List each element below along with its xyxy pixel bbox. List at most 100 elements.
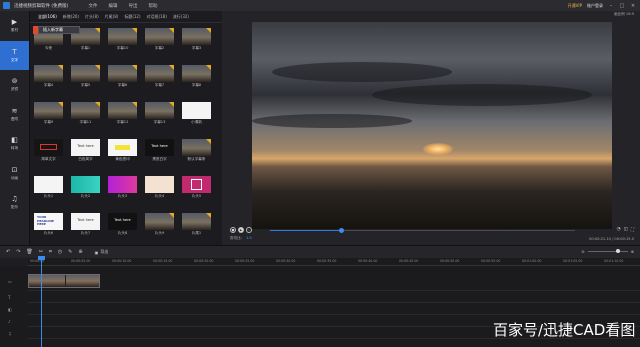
zoom-tool-icon[interactable]: ⊕: [78, 249, 82, 255]
template-item[interactable]: 片尾1: [182, 213, 211, 235]
next-frame-icon[interactable]: ›: [246, 227, 252, 233]
stop-icon[interactable]: ■: [230, 227, 236, 233]
nav-text[interactable]: T 文字: [0, 40, 29, 70]
template-item[interactable]: 字幕11: [71, 102, 100, 124]
menu-edit[interactable]: 编辑: [108, 3, 117, 9]
template-item[interactable]: 片头2: [71, 176, 100, 198]
tab-new[interactable]: 新增(20): [63, 14, 79, 20]
close-icon[interactable]: ×: [630, 3, 636, 9]
template-item[interactable]: 字幕12: [108, 102, 137, 124]
nav-transition-label: 转场: [10, 146, 19, 151]
fullscreen-icon[interactable]: ⛶: [631, 227, 634, 233]
template-thumbnail: [71, 65, 100, 82]
template-item[interactable]: Text here 片头8: [108, 213, 137, 235]
overlay-track-icon: ◧: [8, 306, 12, 312]
template-item[interactable]: 字幕5: [71, 65, 100, 87]
template-thumbnail: [182, 176, 211, 193]
template-item[interactable]: 片头4: [145, 176, 174, 198]
video-clip[interactable]: [28, 274, 100, 288]
template-item[interactable]: Text here 白色简字: [71, 139, 100, 161]
seek-handle[interactable]: [339, 227, 344, 233]
template-thumbnail: [182, 28, 211, 45]
template-item[interactable]: 默认字幕条: [182, 139, 211, 161]
template-item[interactable]: 片头1: [34, 176, 63, 198]
tab-intro[interactable]: 片头(8): [85, 14, 99, 20]
minimize-icon[interactable]: –: [608, 3, 614, 9]
menu-help[interactable]: 帮助: [148, 3, 157, 9]
playhead[interactable]: [41, 256, 42, 347]
video-preview[interactable]: [252, 22, 612, 229]
template-thumbnail: [182, 102, 211, 119]
export-button[interactable]: ▣ 导出: [95, 249, 109, 255]
template-item[interactable]: 片头9: [145, 213, 174, 235]
edit-icon[interactable]: ✎: [68, 249, 72, 255]
nav-animation[interactable]: ⊡ 动画: [0, 159, 29, 189]
template-item[interactable]: 字幕4: [34, 65, 63, 87]
volume-icon[interactable]: ◔: [617, 227, 621, 233]
delete-icon[interactable]: 🗑: [26, 249, 32, 255]
snapshot-icon[interactable]: ◫: [624, 227, 628, 233]
template-item[interactable]: Text here 黑底白字: [145, 139, 174, 161]
vip-link[interactable]: 开通VIP: [568, 3, 582, 9]
tab-title[interactable]: 标题(12): [124, 14, 140, 20]
ruler-tick: 00:00:55.00: [481, 259, 501, 263]
template-item[interactable]: 字幕10: [108, 28, 137, 50]
template-item[interactable]: 字幕3: [182, 28, 211, 50]
crop-icon[interactable]: ⌗: [49, 249, 52, 255]
template-label: 今夜: [44, 46, 53, 50]
zoom-handle[interactable]: [615, 249, 620, 253]
zoom-in-icon[interactable]: ⊕: [631, 249, 634, 254]
tab-popular[interactable]: 流行(32): [173, 14, 189, 20]
nav-media[interactable]: ▶ 素材: [0, 11, 29, 41]
nav-filter[interactable]: ⊚ 滤镜: [0, 70, 29, 100]
overlay-icon: ≋: [11, 106, 18, 115]
account-login-link[interactable]: 账户登录: [587, 3, 603, 9]
tab-dialog[interactable]: 对话框(18): [147, 14, 167, 20]
template-item[interactable]: YOUR HEADLINE HERE 片头6: [34, 213, 63, 235]
nav-overlay[interactable]: ≋ 叠附: [0, 100, 29, 130]
template-item[interactable]: 片头3: [108, 176, 137, 198]
template-item[interactable]: 字幕8: [182, 65, 211, 87]
timeline-ruler[interactable]: 00:00:00 00:00:05.00 00:00:10.00 00:00:15.0…: [28, 258, 640, 266]
speed-icon[interactable]: ◷: [58, 249, 62, 255]
speed-value[interactable]: 1.0: [246, 236, 252, 240]
thumbnail-text: Text here: [114, 218, 131, 222]
tab-all[interactable]: 全部(106): [38, 14, 57, 20]
zoom-out-icon[interactable]: ⊖: [581, 249, 584, 254]
template-label: 片头7: [80, 231, 91, 235]
nav-transition[interactable]: ◧ 转场: [0, 129, 29, 159]
text-track-icon: T: [8, 294, 11, 300]
nav-music[interactable]: ♫ 配乐: [0, 188, 29, 218]
aspect-ratio-label[interactable]: 画比例 16:9: [614, 12, 634, 17]
redo-icon[interactable]: ↷: [16, 249, 20, 255]
template-item[interactable]: 黄色簡印: [108, 139, 137, 161]
premium-corner-icon: [169, 102, 174, 107]
template-thumbnail: [34, 65, 63, 82]
seek-bar[interactable]: [270, 227, 575, 233]
zoom-slider[interactable]: [587, 249, 628, 253]
template-label: 黑底白字: [152, 157, 167, 161]
insert-subtitle-popup[interactable]: 插入新字幕: [38, 26, 80, 34]
template-item[interactable]: 片头5: [182, 176, 211, 198]
menu-bar: 文件 编辑 导出 帮助: [88, 3, 157, 9]
template-item[interactable]: 小清新: [182, 102, 211, 124]
tab-outro[interactable]: 片尾(8): [105, 14, 119, 20]
preview-timecode: 00:00:21.10 / 00:00:15.0: [589, 237, 634, 241]
maximize-icon[interactable]: □: [619, 3, 625, 9]
template-label: 简单文字: [41, 157, 56, 161]
template-item[interactable]: 字幕2: [145, 28, 174, 50]
menu-file[interactable]: 文件: [88, 3, 97, 9]
template-item[interactable]: 字幕9: [34, 102, 63, 124]
play-icon[interactable]: ▶: [238, 227, 244, 233]
template-label: 默认字幕条: [187, 157, 206, 161]
template-item[interactable]: 字幕6: [108, 65, 137, 87]
template-item[interactable]: 简单文字: [34, 139, 63, 161]
audio-track-icon: ♪: [8, 318, 11, 324]
template-item[interactable]: 字幕13: [145, 102, 174, 124]
undo-icon[interactable]: ↶: [6, 249, 10, 255]
template-item[interactable]: Text here 片头7: [71, 213, 100, 235]
split-icon[interactable]: ✂: [39, 249, 43, 255]
template-item[interactable]: 字幕7: [145, 65, 174, 87]
menu-export[interactable]: 导出: [128, 3, 137, 9]
premium-corner-icon: [132, 65, 137, 70]
